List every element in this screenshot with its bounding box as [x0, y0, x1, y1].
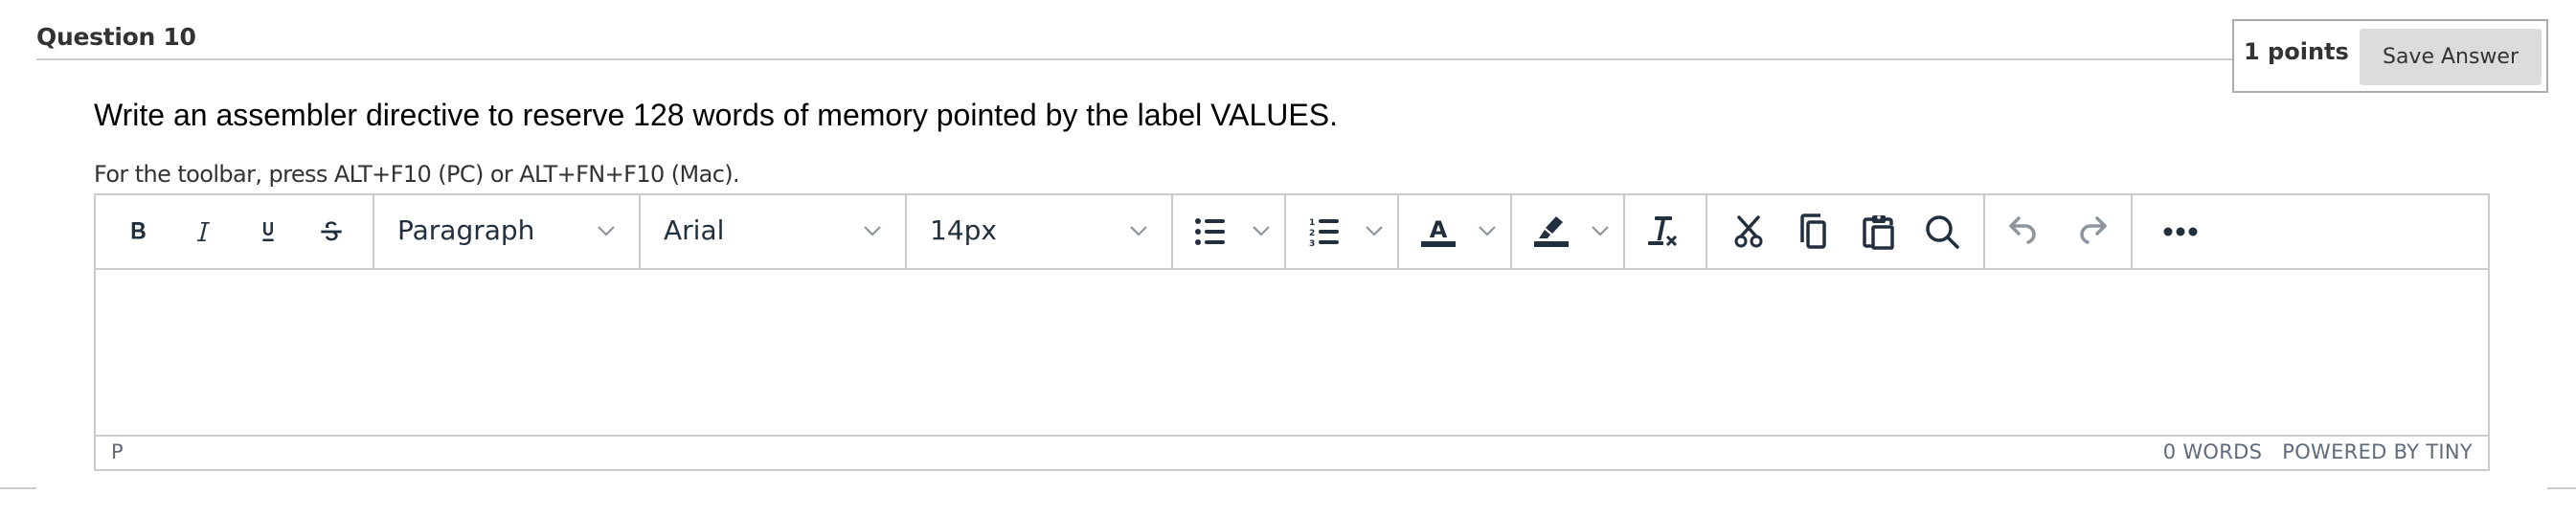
element-path[interactable]: P [111, 440, 124, 463]
font-size-select[interactable]: 14px [907, 195, 1173, 268]
bold-button[interactable] [117, 195, 159, 268]
word-count[interactable]: 0 WORDS [2163, 440, 2263, 463]
svg-text:2: 2 [1309, 229, 1315, 238]
editor-content-area[interactable] [96, 270, 2488, 437]
chevron-down-icon [598, 226, 615, 236]
editor-statusbar: P 0 WORDS POWERED BY TINY [96, 435, 2488, 469]
underline-button[interactable] [247, 195, 289, 268]
block-format-value: Paragraph [397, 214, 535, 246]
clear-formatting-icon [1648, 216, 1678, 247]
more-button[interactable] [2133, 195, 2228, 268]
format-group [96, 195, 374, 268]
font-family-select[interactable]: Arial [641, 195, 907, 268]
paste-icon [1863, 215, 1894, 250]
copy-icon [1800, 214, 1826, 249]
chevron-down-icon [1366, 226, 1383, 236]
strikethrough-icon [321, 221, 342, 241]
numbered-list-icon: 123 [1309, 218, 1339, 247]
numbered-list-button[interactable]: 123 [1286, 195, 1399, 268]
undo-icon [2009, 216, 2036, 244]
question-divider [36, 58, 2235, 60]
rich-text-editor: Paragraph Arial 14px 123 A P 0 WORDS POW… [94, 193, 2490, 471]
svg-text:A: A [1430, 216, 1448, 243]
undo-button[interactable] [2002, 195, 2046, 268]
chevron-down-icon [864, 226, 881, 236]
italic-icon [197, 222, 210, 241]
highlight-color-button[interactable] [1512, 195, 1625, 268]
toolbar-hint: For the toolbar, press ALT+F10 (PC) or A… [94, 161, 740, 188]
editor-toolbar: Paragraph Arial 14px 123 A [96, 195, 2488, 270]
font-size-value: 14px [930, 214, 997, 246]
page-divider-right [2547, 487, 2576, 489]
statusbar-right: 0 WORDS POWERED BY TINY [2150, 440, 2473, 463]
points-label: 1 points [2244, 38, 2349, 65]
edit-group [1707, 195, 1985, 268]
question-text: Write an assembler directive to reserve … [94, 98, 1338, 132]
find-button[interactable] [1920, 195, 1964, 268]
svg-text:3: 3 [1309, 239, 1315, 247]
redo-button[interactable] [2069, 195, 2113, 268]
paste-button[interactable] [1857, 195, 1901, 268]
bullet-list-button[interactable] [1173, 195, 1286, 268]
chevron-down-icon [1592, 226, 1609, 236]
question-title: Question 10 [36, 23, 196, 51]
chevron-down-icon [1479, 226, 1496, 236]
copy-button[interactable] [1792, 195, 1836, 268]
find-icon [1926, 215, 1959, 249]
font-family-value: Arial [664, 214, 725, 246]
points-panel: 1 points Save Answer [2232, 19, 2548, 93]
strikethrough-button[interactable] [310, 195, 352, 268]
cut-icon [1734, 215, 1763, 248]
save-answer-button[interactable]: Save Answer [2360, 29, 2542, 85]
chevron-down-icon [1253, 226, 1270, 236]
redo-icon [2080, 216, 2107, 244]
block-format-select[interactable]: Paragraph [374, 195, 641, 268]
bold-icon [131, 222, 146, 239]
more-icon [2163, 227, 2198, 236]
history-group [1985, 195, 2133, 268]
chevron-down-icon [1130, 226, 1147, 236]
cut-button[interactable] [1727, 195, 1771, 268]
text-color-button[interactable]: A [1399, 195, 1512, 268]
page-divider-left [0, 487, 36, 489]
italic-button[interactable] [182, 195, 224, 268]
clear-formatting-button[interactable] [1625, 195, 1707, 268]
highlight-color-icon [1534, 216, 1569, 247]
powered-by-link[interactable]: POWERED BY TINY [2282, 440, 2473, 463]
bullet-list-icon [1195, 218, 1225, 245]
text-color-icon: A [1421, 216, 1456, 247]
underline-icon [262, 222, 274, 241]
svg-text:1: 1 [1309, 218, 1315, 228]
